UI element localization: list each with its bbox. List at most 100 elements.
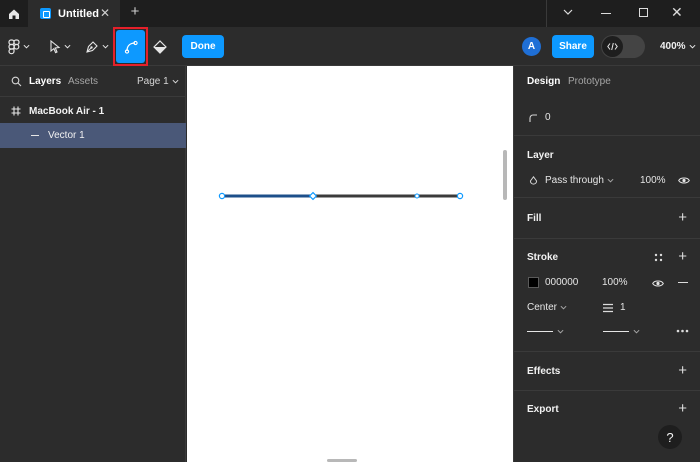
- vector-anchor-point: [414, 193, 420, 199]
- divider: [546, 0, 547, 27]
- share-button[interactable]: Share: [552, 35, 594, 58]
- vector-anchor-point: [218, 192, 226, 200]
- paint-bucket-tool-button[interactable]: [152, 27, 168, 66]
- pen-tool-button[interactable]: [85, 27, 109, 66]
- maximize-icon[interactable]: [639, 8, 648, 17]
- bend-tool-icon: [124, 40, 138, 54]
- stroke-start-style-line: [527, 331, 553, 332]
- properties-tabs: Design Prototype: [514, 66, 700, 99]
- blend-mode-select[interactable]: Pass through: [545, 175, 614, 186]
- vector-midpoint-handle: [308, 191, 318, 201]
- divider: [514, 238, 700, 239]
- vector-line[interactable]: [187, 66, 513, 462]
- more-options-icon[interactable]: [676, 329, 689, 333]
- page-selector[interactable]: Page 1: [137, 76, 179, 87]
- divider: [514, 135, 700, 136]
- chevron-down-icon: [689, 44, 696, 49]
- window-close-icon[interactable]: ✕: [671, 4, 683, 21]
- zoom-level: 400%: [660, 41, 686, 52]
- paint-bucket-icon: [153, 39, 167, 54]
- new-tab-plus-icon[interactable]: +: [128, 3, 142, 20]
- chevron-down-icon: [64, 44, 71, 49]
- corner-radius-icon: [529, 113, 537, 122]
- corner-radius-value: 0: [545, 112, 551, 123]
- style-grid-icon[interactable]: [654, 253, 663, 262]
- avatar[interactable]: A: [522, 37, 541, 56]
- divider: [514, 197, 700, 198]
- layer-section-title: Layer: [527, 150, 554, 161]
- stroke-color-swatch[interactable]: [528, 277, 539, 288]
- vertical-scrollbar[interactable]: [503, 150, 507, 200]
- divider: [514, 351, 700, 352]
- corner-radius-field[interactable]: 0: [529, 112, 551, 123]
- pen-icon: [86, 40, 98, 53]
- layer-item-vector[interactable]: Vector 1: [0, 123, 186, 148]
- layers-panel: Layers Assets Page 1 MacBook Air - 1 Vec…: [0, 66, 186, 462]
- vector-line-icon: [31, 135, 39, 136]
- stroke-weight-value[interactable]: 1: [620, 302, 626, 313]
- close-tab-icon[interactable]: ✕: [100, 6, 110, 20]
- add-effect-plus-icon[interactable]: +: [678, 363, 687, 378]
- stroke-weight-icon: [603, 303, 613, 313]
- frame-hash-icon: [11, 106, 21, 116]
- dev-mode-toggle[interactable]: [601, 35, 645, 58]
- title-bar: Untitled ✕ + ✕: [0, 0, 700, 27]
- blend-mode-value: Pass through: [545, 175, 604, 186]
- bend-tool-active: [116, 30, 145, 63]
- layer-label: MacBook Air - 1: [29, 105, 105, 117]
- vector-anchor-point: [456, 192, 464, 200]
- tab-assets[interactable]: Assets: [68, 76, 98, 87]
- zoom-menu[interactable]: 400%: [660, 27, 696, 66]
- chevron-down-icon: [607, 178, 614, 183]
- bend-tool-button[interactable]: [113, 27, 148, 66]
- add-fill-plus-icon[interactable]: +: [678, 210, 687, 225]
- done-button[interactable]: Done: [182, 35, 224, 58]
- effects-section-title: Effects: [527, 366, 561, 377]
- eye-icon[interactable]: [678, 176, 690, 185]
- layers-panel-header: Layers Assets Page 1: [0, 66, 186, 97]
- fill-section-title: Fill: [527, 213, 542, 224]
- chevron-down-icon: [102, 44, 109, 49]
- cursor-icon: [50, 39, 61, 53]
- layer-label: Vector 1: [48, 130, 85, 141]
- stroke-opacity[interactable]: 100%: [602, 277, 628, 288]
- export-section-title: Export: [527, 404, 559, 415]
- home-button[interactable]: [0, 0, 27, 27]
- layer-opacity[interactable]: 100%: [640, 175, 666, 186]
- file-icon: [40, 8, 51, 19]
- chevron-down-icon[interactable]: [557, 328, 564, 335]
- figma-logo-icon: [8, 38, 20, 54]
- move-tool-button[interactable]: [49, 27, 71, 66]
- tab-prototype[interactable]: Prototype: [568, 76, 611, 87]
- toolbar: Done A Share 400%: [0, 27, 700, 66]
- chevron-down-icon[interactable]: [562, 6, 574, 18]
- chevron-down-icon: [560, 305, 567, 310]
- minimize-icon[interactable]: [601, 13, 611, 14]
- stroke-position-select[interactable]: Center: [527, 302, 567, 313]
- canvas[interactable]: [187, 66, 513, 462]
- add-export-plus-icon[interactable]: +: [678, 401, 687, 416]
- code-icon: [602, 36, 623, 57]
- chevron-down-icon[interactable]: [633, 328, 640, 335]
- home-icon: [8, 9, 19, 19]
- tab-title: Untitled: [58, 7, 99, 20]
- help-button[interactable]: ?: [658, 425, 682, 449]
- tab-design[interactable]: Design: [527, 76, 560, 87]
- tab-layers[interactable]: Layers: [29, 76, 61, 87]
- chevron-down-icon: [172, 79, 179, 84]
- layer-item-frame[interactable]: MacBook Air - 1: [0, 100, 186, 122]
- add-stroke-plus-icon[interactable]: +: [678, 249, 687, 264]
- properties-panel: Design Prototype 0 Layer Pass through 10…: [513, 66, 700, 462]
- stroke-section-title: Stroke: [527, 252, 559, 263]
- stroke-color-hex[interactable]: 000000: [545, 277, 578, 288]
- blend-drop-icon: [529, 176, 538, 185]
- chevron-down-icon: [23, 44, 30, 49]
- file-tab[interactable]: Untitled ✕: [28, 0, 120, 27]
- eye-icon[interactable]: [652, 279, 664, 288]
- main-menu-button[interactable]: [8, 27, 30, 66]
- stroke-position-value: Center: [527, 302, 558, 313]
- divider: [514, 390, 700, 391]
- stroke-end-style-line: [603, 331, 629, 332]
- remove-stroke-minus-icon[interactable]: [678, 282, 688, 283]
- search-icon[interactable]: [11, 76, 22, 87]
